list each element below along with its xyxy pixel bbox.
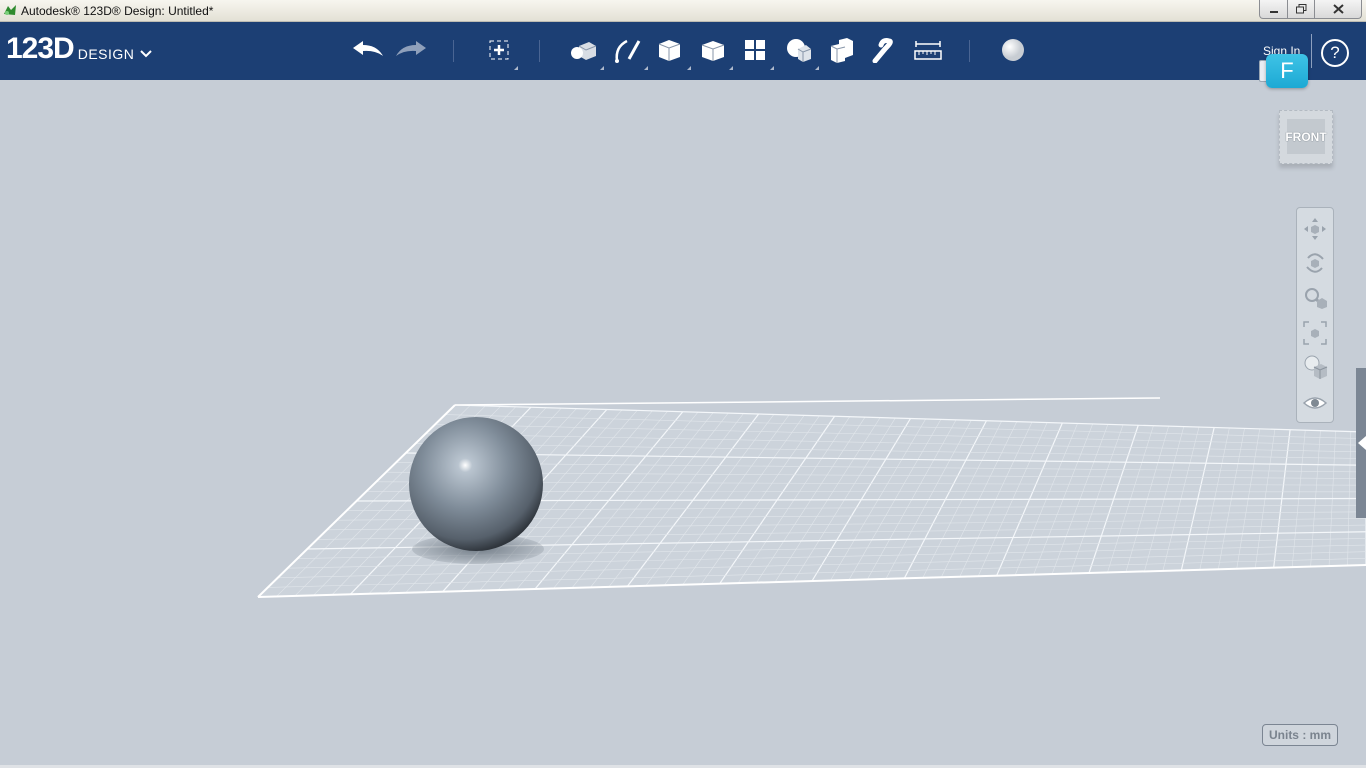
construct-icon — [658, 38, 683, 61]
redo-icon — [396, 41, 426, 56]
pan-icon — [1304, 218, 1326, 240]
grouping-button[interactable] — [781, 34, 819, 70]
app-icon — [4, 5, 16, 15]
pattern-icon — [745, 40, 765, 60]
minimize-icon — [1269, 11, 1278, 13]
help-label: ? — [1330, 43, 1340, 62]
fit-icon — [1303, 321, 1327, 345]
pan-button[interactable] — [1301, 215, 1329, 243]
view-mode-icon — [1304, 355, 1328, 379]
orbit-icon — [1306, 253, 1324, 273]
zoom-button[interactable] — [1301, 284, 1329, 312]
sketch-button[interactable] — [610, 34, 648, 70]
toolbar-separator — [969, 40, 970, 62]
transform-icon — [489, 40, 509, 60]
app-menu-button[interactable]: 123D DESIGN — [6, 32, 153, 65]
help-button[interactable]: ? — [1321, 39, 1349, 67]
restore-button[interactable] — [1287, 0, 1315, 19]
combine-button[interactable] — [826, 34, 858, 66]
units-indicator[interactable]: Units : mm — [1262, 724, 1338, 746]
measure-icon — [914, 41, 942, 60]
chevron-down-icon — [140, 50, 153, 58]
units-label: Units : mm — [1268, 728, 1331, 742]
primitives-icon — [571, 42, 597, 60]
zoom-icon — [1305, 288, 1327, 309]
visibility-button[interactable] — [1301, 389, 1329, 417]
window-title: Autodesk® 123D® Design: Untitled* — [21, 4, 214, 18]
logo-subtext: DESIGN — [77, 46, 135, 62]
transform-button[interactable] — [484, 34, 518, 70]
design-canvas[interactable] — [0, 80, 1366, 765]
primitives-button[interactable] — [566, 34, 604, 70]
view-cube-face[interactable]: FRONT — [1285, 119, 1327, 154]
grouping-icon — [787, 39, 812, 62]
undo-icon — [353, 41, 383, 56]
eye-icon — [1302, 397, 1328, 409]
toolbar-separator — [453, 40, 454, 62]
close-button[interactable] — [1314, 0, 1362, 19]
pattern-button[interactable] — [740, 34, 774, 70]
expand-panel-icon[interactable] — [1358, 436, 1366, 450]
toolbar-separator — [1311, 34, 1312, 68]
construct-button[interactable] — [653, 34, 691, 70]
minimize-button[interactable] — [1259, 0, 1288, 19]
window-title-bar: Autodesk® 123D® Design: Untitled* — [0, 0, 1366, 22]
close-icon — [1332, 4, 1344, 14]
main-toolbar: 123D DESIGN Sign In ? — [0, 22, 1366, 80]
measure-button[interactable] — [911, 34, 945, 66]
orbit-button[interactable] — [1301, 249, 1329, 277]
snap-icon — [872, 38, 893, 63]
view-cube-label: FRONT — [1285, 129, 1327, 144]
navigation-bar — [1296, 207, 1334, 423]
modify-icon — [701, 41, 725, 61]
fit-button[interactable] — [1301, 319, 1329, 347]
undo-button[interactable] — [350, 34, 386, 66]
modify-button[interactable] — [697, 34, 733, 70]
toolbar-separator — [539, 40, 540, 62]
redo-button[interactable] — [393, 34, 429, 66]
snap-button[interactable] — [868, 34, 900, 66]
view-cube[interactable]: FRONT — [1279, 110, 1333, 164]
sphere-object[interactable] — [409, 417, 543, 551]
material-button[interactable] — [997, 34, 1029, 66]
material-icon — [1002, 39, 1024, 61]
sketch-icon — [615, 39, 641, 63]
logo-text: 123D — [6, 32, 75, 65]
view-mode-button[interactable] — [1301, 353, 1329, 381]
combine-icon — [830, 38, 853, 63]
restore-icon — [1295, 4, 1306, 14]
